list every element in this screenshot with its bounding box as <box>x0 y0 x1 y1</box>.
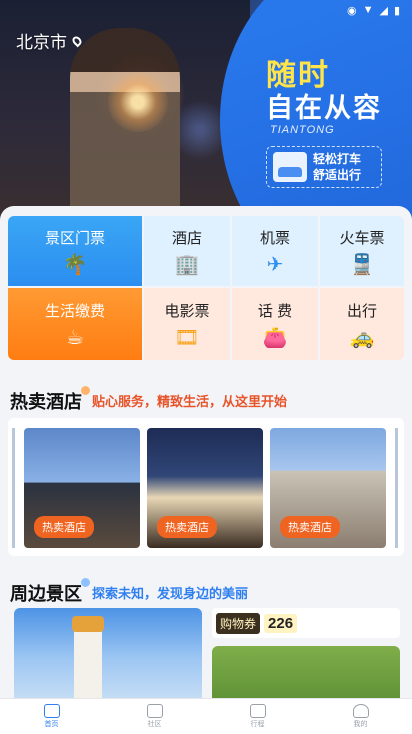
next-card-edge <box>395 428 398 548</box>
nearby-subtitle: 探索未知，发现身边的美丽 <box>92 586 249 601</box>
nearby-title: 周边景区 <box>10 578 90 606</box>
title-dot <box>81 578 90 587</box>
shopping-voucher[interactable]: 购物券 226 <box>212 608 400 638</box>
scenic-card[interactable] <box>14 608 202 708</box>
hotel-card[interactable]: 热卖酒店 <box>24 428 140 548</box>
taxi-promo-button[interactable]: 轻松打车 舒适出行 <box>266 146 382 188</box>
airplane-icon: ✈ <box>266 253 284 276</box>
city-selector[interactable]: 北京市 <box>16 28 84 53</box>
service-label: 电影票 <box>164 302 210 320</box>
city-label: 北京市 <box>16 33 67 52</box>
service-label: 机票 <box>259 229 290 247</box>
hotel-badge: 热卖酒店 <box>280 516 340 538</box>
film-reel-icon: 🎞 <box>174 326 200 349</box>
taxi-promo-line1: 轻松打车 <box>313 152 362 166</box>
taxi-icon: 🚕 <box>349 326 375 349</box>
wifi-icon: ▼ <box>362 4 374 16</box>
home-icon <box>43 704 60 718</box>
train-icon: 🚆 <box>349 253 375 276</box>
sync-icon: ◉ <box>346 5 357 17</box>
nav-label: 社区 <box>147 721 162 728</box>
service-movie-tickets[interactable]: 电影票 🎞 <box>144 288 230 360</box>
hot-hotels-title-text: 热卖酒店 <box>10 392 82 412</box>
nav-label: 我的 <box>353 721 368 728</box>
service-label: 出行 <box>346 302 377 320</box>
palm-tree-icon: 🌴 <box>62 253 88 276</box>
battery-icon: ▮ <box>393 5 400 17</box>
nav-home[interactable]: 首页 <box>0 699 103 734</box>
nav-label: 首页 <box>44 721 59 728</box>
service-hotel[interactable]: 酒店 🏢 <box>144 216 230 286</box>
main-panel: 景区门票 🌴 酒店 🏢 机票 ✈ 火车票 🚆 生活缴费 ☕ 电影票 🎞 话 费 … <box>0 206 412 734</box>
hotel-card[interactable]: 热卖酒店 <box>147 428 263 548</box>
hotel-building-icon: 🏢 <box>174 253 200 276</box>
taxi-car-icon <box>273 152 307 182</box>
hotel-badge: 热卖酒店 <box>157 516 217 538</box>
slogan-line2: 自在从容 <box>266 93 382 123</box>
slogan-script: TIANTONG <box>270 124 335 136</box>
status-bar: ◉ ▼ ◢ ▮ <box>347 4 400 17</box>
nearby-title-text: 周边景区 <box>10 584 82 604</box>
hero-banner[interactable]: ◉ ▼ ◢ ▮ 北京市 随时 自在从容 TIANTONG 轻松打车 舒适出行 <box>0 0 412 222</box>
hot-hotels-subtitle: 贴心服务，精致生活，从这里开始 <box>92 394 288 409</box>
voucher-value: 226 <box>264 613 298 633</box>
nav-community[interactable]: 社区 <box>103 699 206 734</box>
title-dot <box>81 386 90 395</box>
taxi-promo-line2: 舒适出行 <box>313 168 362 182</box>
hot-hotels-carousel[interactable]: 热卖酒店 热卖酒店 热卖酒店 <box>8 418 404 556</box>
service-utility-payment[interactable]: 生活缴费 ☕ <box>8 288 142 360</box>
hotel-card[interactable]: 热卖酒店 <box>270 428 386 548</box>
service-label: 酒店 <box>171 229 202 247</box>
prev-card-edge <box>12 428 15 548</box>
service-scenic-tickets[interactable]: 景区门票 🌴 <box>8 216 142 286</box>
service-label: 景区门票 <box>44 229 105 247</box>
service-phone-bill[interactable]: 话 费 👛 <box>232 288 318 360</box>
bottom-nav: 首页 社区 行程 我的 <box>0 698 412 734</box>
profile-icon <box>352 704 369 718</box>
voucher-label: 购物券 <box>216 612 261 634</box>
trip-icon <box>249 704 266 718</box>
service-flight[interactable]: 机票 ✈ <box>232 216 318 286</box>
cup-icon: ☕ <box>66 326 84 349</box>
community-icon <box>146 704 163 718</box>
service-label: 话 费 <box>257 302 293 320</box>
service-train[interactable]: 火车票 🚆 <box>320 216 404 286</box>
hotel-badge: 热卖酒店 <box>34 516 94 538</box>
hot-hotels-title: 热卖酒店 <box>10 386 90 414</box>
nav-trip[interactable]: 行程 <box>206 699 309 734</box>
phone-glow <box>108 72 168 132</box>
service-grid: 景区门票 🌴 酒店 🏢 机票 ✈ 火车票 🚆 生活缴费 ☕ 电影票 🎞 话 费 … <box>8 216 404 360</box>
nav-profile[interactable]: 我的 <box>309 699 412 734</box>
service-travel[interactable]: 出行 🚕 <box>320 288 404 360</box>
signal-icon: ◢ <box>379 5 388 17</box>
service-label: 火车票 <box>339 229 385 247</box>
nav-label: 行程 <box>250 721 265 728</box>
wallet-icon: 👛 <box>262 326 288 349</box>
service-label: 生活缴费 <box>44 302 105 320</box>
